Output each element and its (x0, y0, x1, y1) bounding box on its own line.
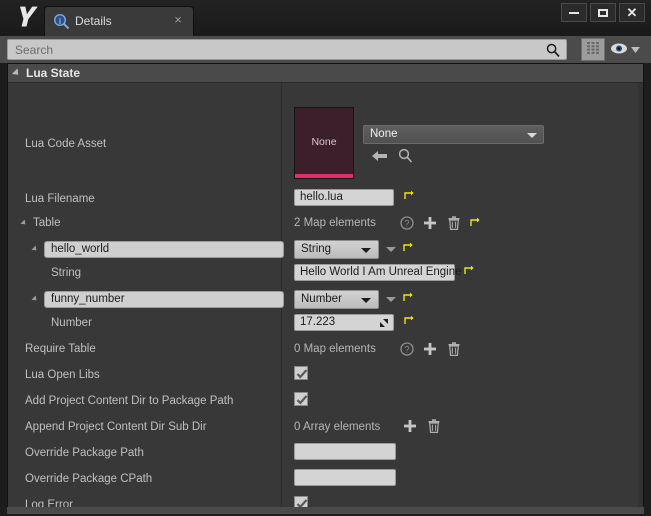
map-value-type-combo-0[interactable]: String (294, 240, 379, 259)
table-element-count: 2 Map elements (294, 217, 376, 229)
add-element-plus-icon[interactable] (404, 420, 416, 435)
category-title: Lua State (26, 66, 81, 80)
chevron-down-icon (527, 133, 537, 138)
title-bar: 𝚼 i Details × ✕ (0, 0, 651, 36)
maximize-button[interactable] (590, 3, 616, 22)
add-element-plus-icon[interactable] (424, 343, 436, 358)
reset-arrow-icon[interactable] (402, 242, 413, 253)
asset-picker-value: None (370, 128, 398, 140)
numeric-drag-handle-icon[interactable] (379, 318, 389, 328)
help-circle-icon[interactable]: ? (400, 216, 414, 233)
vertical-scrollbar[interactable] (638, 83, 643, 508)
asset-picker-combo[interactable]: None (363, 125, 544, 144)
lua-open-libs-label: Lua Open Libs (25, 369, 100, 381)
chevron-down-icon[interactable] (386, 247, 396, 252)
table-expander-icon[interactable] (20, 219, 28, 227)
add-element-plus-icon[interactable] (424, 217, 436, 232)
browse-magnifier-icon[interactable] (398, 148, 413, 166)
chevron-down-icon (361, 248, 371, 253)
map-value-type-combo-1[interactable]: Number (294, 290, 379, 309)
check-icon (296, 369, 308, 379)
map-value-type-0: String (301, 243, 332, 255)
map-key-input-1[interactable]: funny_number (44, 291, 284, 308)
window-controls: ✕ (561, 3, 645, 22)
map-child-value-1: 17.223 (300, 316, 336, 328)
map-key-value-0: hello_world (51, 243, 110, 255)
tab-details[interactable]: i Details × (44, 6, 194, 36)
lua-filename-label: Lua Filename (25, 193, 95, 205)
asset-thumbnail-caption: None (311, 136, 337, 148)
add-project-content-dir-checkbox[interactable] (294, 392, 308, 406)
svg-text:?: ? (404, 219, 409, 229)
append-project-content-sub-dir-label: Append Project Content Dir Sub Dir (25, 421, 207, 433)
lua-filename-value: hello.lua (300, 191, 343, 203)
expander-triangle-icon[interactable] (11, 68, 22, 78)
map-child-label-0: String (51, 267, 82, 279)
add-project-content-dir-label: Add Project Content Dir to Package Path (25, 395, 234, 407)
override-package-cpath-input[interactable] (294, 469, 396, 486)
details-magnifier-icon: i (53, 13, 70, 30)
search-placeholder: Search (15, 43, 54, 57)
map-child-label-1: Number (51, 317, 92, 329)
status-bar (7, 507, 644, 514)
map-child-number-input-1[interactable]: 17.223 (294, 314, 394, 331)
override-package-path-input[interactable] (294, 443, 396, 460)
map-child-input-0[interactable]: Hello World I Am Unreal Engine (294, 264, 462, 281)
unreal-engine-logo: 𝚼 (15, 3, 33, 32)
minimize-button[interactable] (561, 3, 587, 22)
reset-arrow-icon[interactable] (469, 217, 480, 228)
chevron-down-icon (361, 298, 371, 303)
grid-view-icon (586, 41, 601, 59)
override-package-path-label: Override Package Path (25, 447, 144, 459)
override-package-cpath-label: Override Package CPath (25, 473, 153, 485)
chevron-down-icon[interactable] (386, 297, 396, 302)
help-circle-icon[interactable]: ? (400, 342, 414, 359)
map-value-type-1: Number (301, 293, 342, 305)
category-header-lua-state[interactable]: Lua State (8, 64, 643, 83)
lua-code-asset-label: Lua Code Asset (25, 138, 107, 150)
asset-thumbnail[interactable]: None (294, 107, 354, 179)
svg-text:?: ? (404, 345, 409, 355)
append-array-element-count: 0 Array elements (294, 421, 381, 433)
reset-arrow-icon[interactable] (463, 265, 474, 276)
require-table-element-count: 0 Map elements (294, 343, 376, 355)
delete-trash-icon[interactable] (428, 419, 440, 436)
search-bar: Search (0, 36, 651, 63)
reset-arrow-icon[interactable] (403, 190, 414, 201)
arrow-left-icon[interactable] (372, 149, 388, 166)
tab-label: Details (75, 14, 112, 28)
chevron-down-icon (631, 44, 640, 56)
entry-expander-icon[interactable] (31, 245, 39, 253)
close-button[interactable]: ✕ (619, 3, 645, 22)
view-options-button[interactable] (610, 40, 644, 59)
reset-arrow-icon[interactable] (403, 315, 414, 326)
close-icon[interactable]: × (171, 13, 185, 27)
check-icon (296, 395, 308, 405)
grid-view-button[interactable] (581, 38, 605, 61)
map-child-value-0: Hello World I Am Unreal Engine (300, 266, 462, 278)
details-window: 𝚼 i Details × ✕ Search Lua State Lua Cod… (0, 0, 651, 516)
search-input[interactable]: Search (7, 39, 567, 60)
lua-open-libs-checkbox[interactable] (294, 366, 308, 380)
map-key-input-0[interactable]: hello_world (44, 241, 284, 258)
asset-type-stripe (295, 174, 353, 178)
reset-arrow-icon[interactable] (402, 292, 413, 303)
table-label: Table (33, 217, 61, 229)
map-key-value-1: funny_number (51, 293, 125, 305)
eye-icon (610, 42, 628, 58)
require-table-label: Require Table (25, 343, 96, 355)
lua-filename-input[interactable]: hello.lua (294, 189, 394, 206)
search-icon (546, 43, 560, 57)
delete-trash-icon[interactable] (448, 342, 460, 359)
details-panel: Lua State Lua Code Asset None None Lua F… (7, 63, 644, 509)
entry-expander-icon[interactable] (31, 295, 39, 303)
delete-trash-icon[interactable] (448, 216, 460, 233)
